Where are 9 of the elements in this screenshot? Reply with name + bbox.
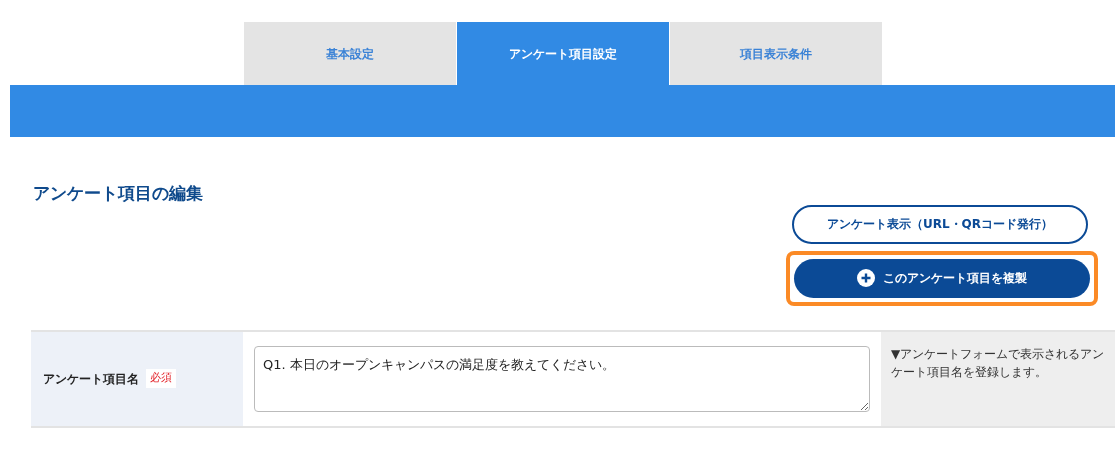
input-field[interactable]: Q1. 本日のオープンキャンパスの満足度を教えてください。 (254, 345, 870, 412)
section-title: アンケート項目の編集 (33, 182, 203, 205)
required-badge: 必須 (146, 369, 176, 388)
field-label: アンケート項目名 (43, 370, 139, 388)
display-button[interactable]: アンケート表示（URL・QRコード発行） (792, 204, 1088, 244)
tab[interactable]: アンケート項目設定 (457, 22, 669, 85)
plus-circle-icon (857, 269, 875, 287)
duplicate-button[interactable]: このアンケート項目を複製 (794, 258, 1090, 298)
hint-text: ▼アンケートフォームで表示されるアンケート項目名を登録します。 (891, 345, 1105, 381)
